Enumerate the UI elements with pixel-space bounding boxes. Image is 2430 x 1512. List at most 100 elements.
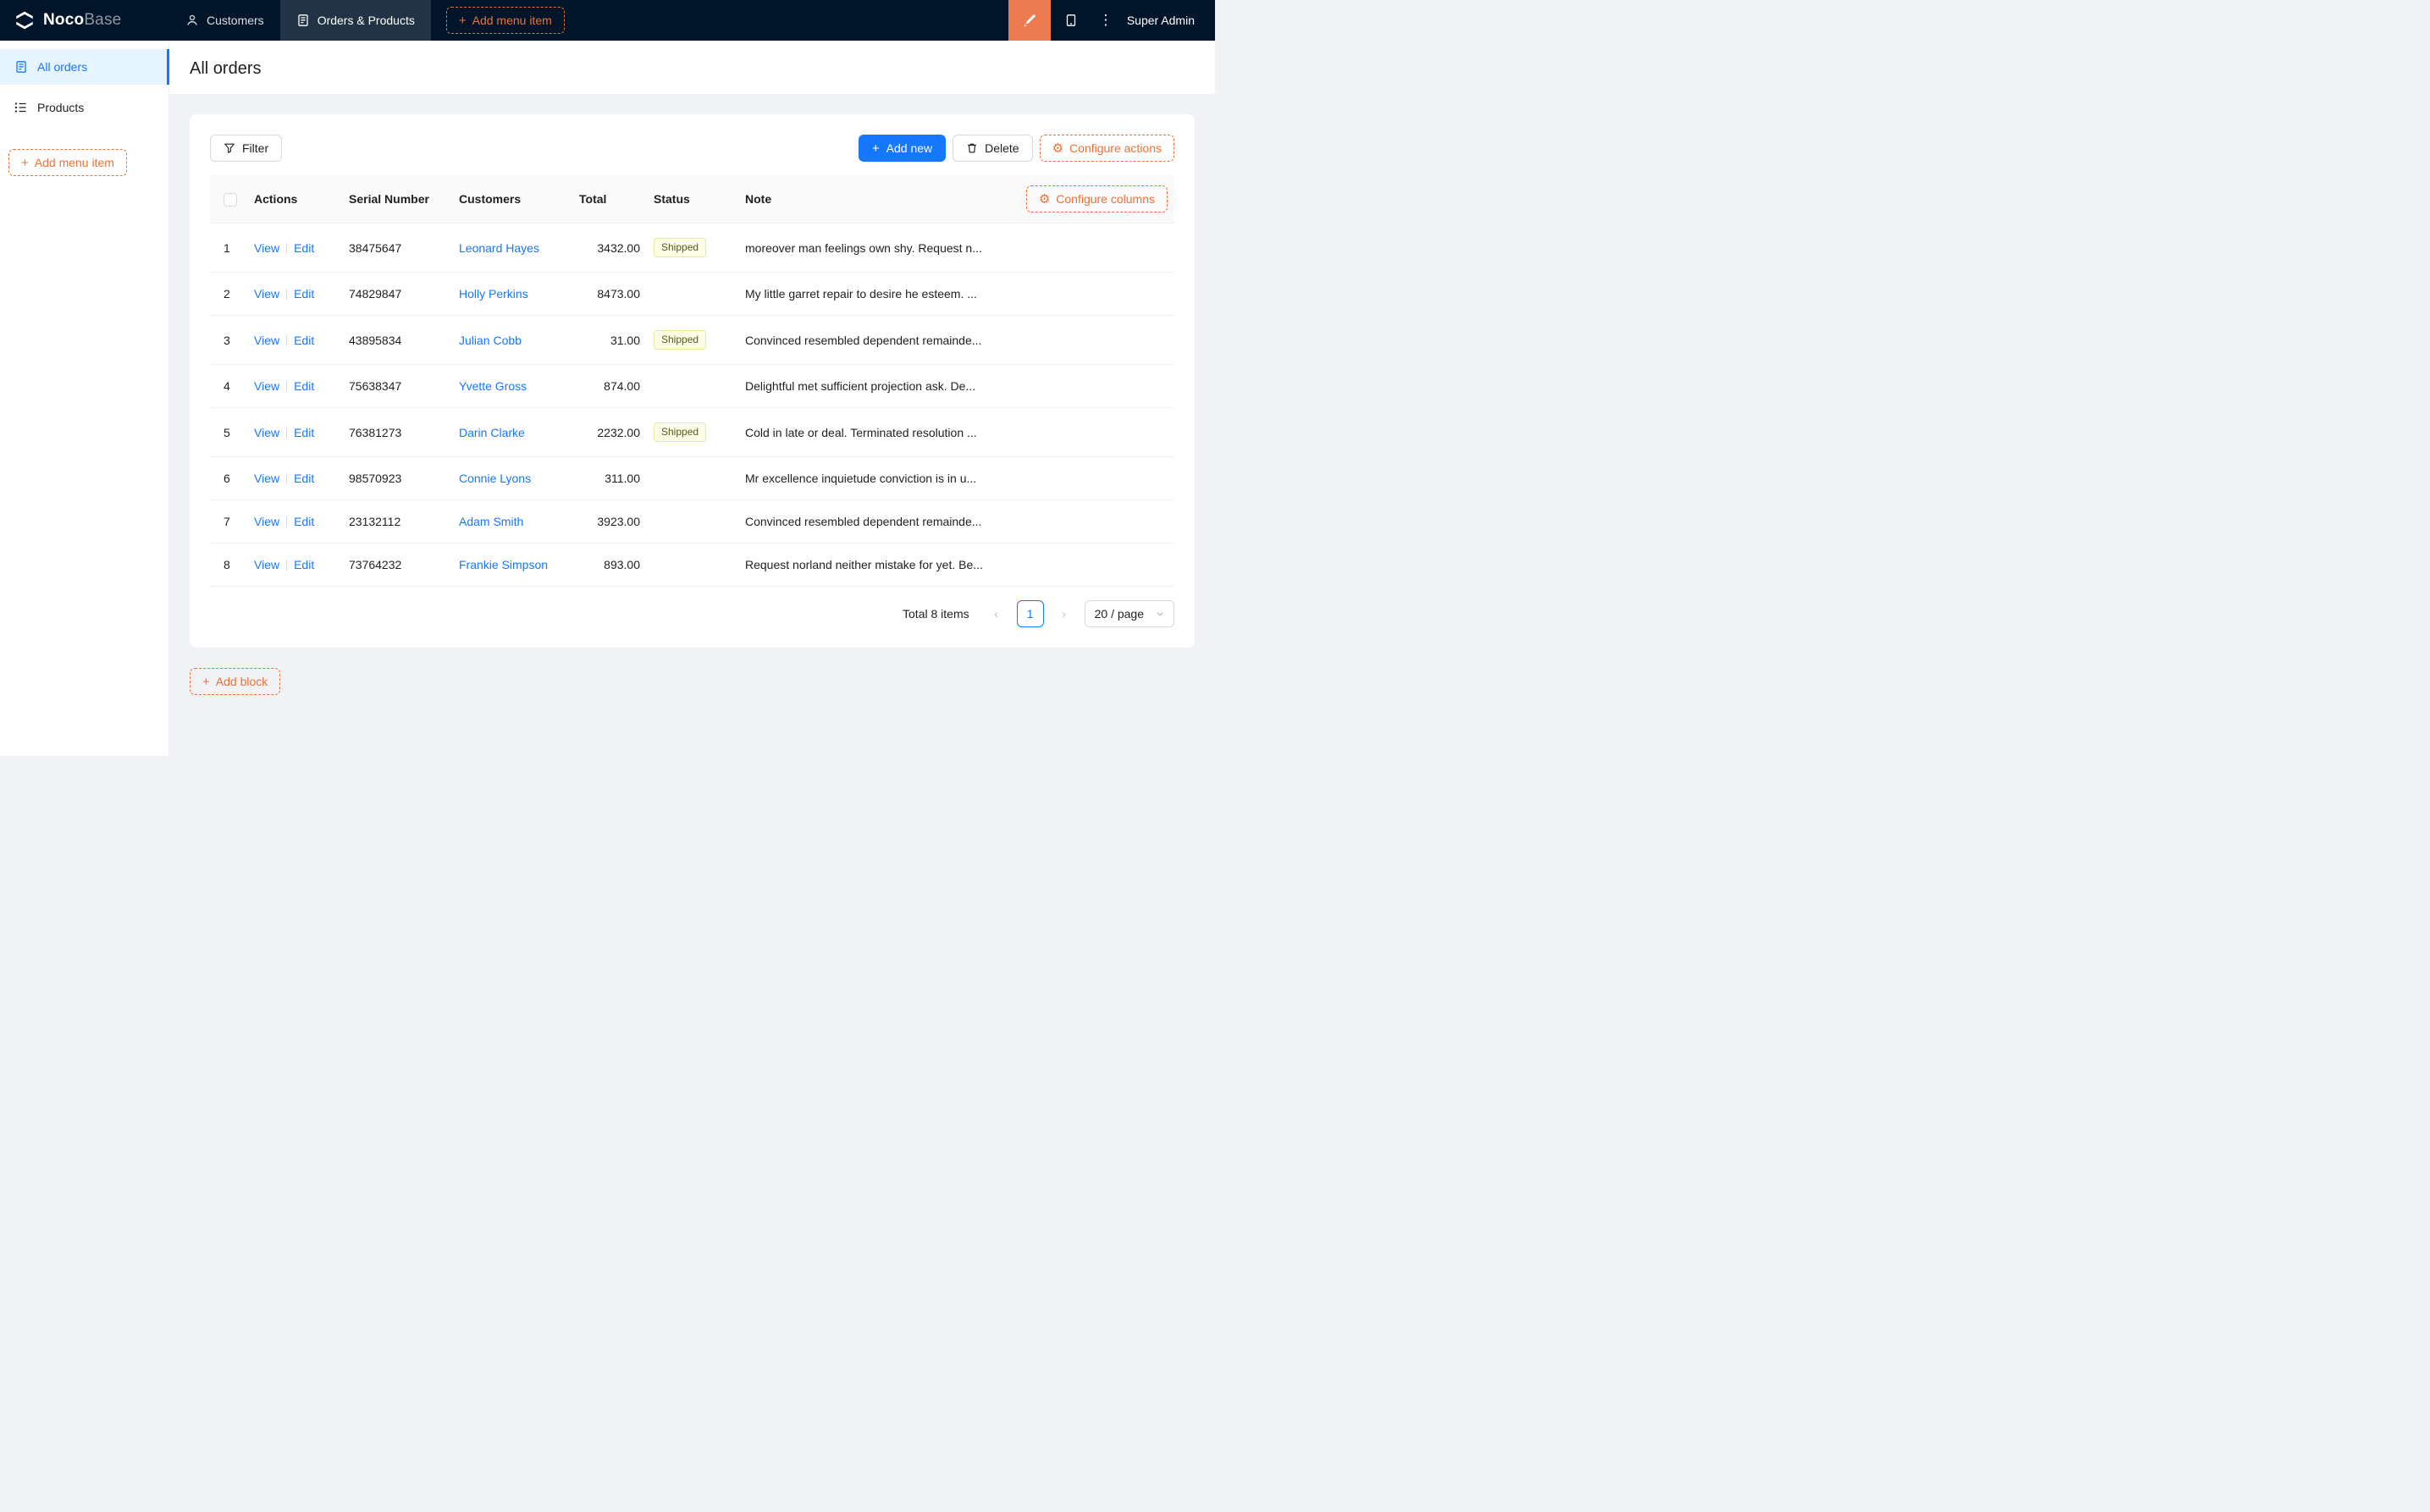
table-row: 8 View Edit 73764232 Frankie Simpson 893.… [210,543,1174,587]
view-link[interactable]: View [254,241,279,255]
nav-item-customers[interactable]: Customers [169,0,280,41]
customer-link[interactable]: Frankie Simpson [459,558,548,571]
total-cell: 2232.00 [572,407,647,457]
edit-link[interactable]: Edit [294,558,314,571]
action-divider [286,334,288,346]
gear-icon: ⚙ [1052,141,1064,156]
customer-link[interactable]: Yvette Gross [459,379,527,393]
add-menu-item-button-sidebar[interactable]: + Add menu item [8,149,127,176]
mobile-preview-button[interactable] [1051,0,1091,41]
edit-link[interactable]: Edit [294,334,314,347]
view-link[interactable]: View [254,472,279,485]
edit-link[interactable]: Edit [294,472,314,485]
plus-icon: + [202,674,210,689]
plus-icon: + [21,155,29,170]
sidebar-item-label: Products [37,101,85,114]
page-size-select[interactable]: 20 / page [1084,600,1174,627]
add-menu-item-label: Add menu item [472,14,552,27]
note-cell: moreover man feelings own shy. Request n… [738,223,1002,273]
logo-text-light: Base [84,11,122,29]
select-all-checkbox[interactable] [224,192,237,207]
configure-actions-label: Configure actions [1069,141,1162,155]
row-index: 6 [224,472,230,485]
status-badge: Shipped [654,422,707,442]
serial-number-cell: 43895834 [342,315,452,365]
nav-item-orders-products[interactable]: Orders & Products [279,0,431,41]
serial-number-cell: 23132112 [342,499,452,544]
total-cell: 3432.00 [572,223,647,273]
row-index: 4 [224,379,230,393]
action-divider [286,516,288,527]
customer-link[interactable]: Leonard Hayes [459,241,539,255]
filter-icon [224,142,235,154]
page-size-value: 20 / page [1094,607,1144,621]
highlighter-icon [1022,13,1037,28]
total-cell: 893.00 [572,543,647,587]
customer-link[interactable]: Adam Smith [459,515,523,528]
action-divider [286,473,288,484]
column-header-customers: Customers [452,175,572,223]
delete-label: Delete [985,141,1019,155]
column-header-serial-number: Serial Number [342,175,452,223]
edit-link[interactable]: Edit [294,379,314,393]
sidebar-item-products[interactable]: Products [0,90,168,125]
top-nav: Customers Orders & Products + Add menu i… [169,0,1008,41]
nav-item-label: Orders & Products [317,14,415,27]
top-header: NocoBase Customers Orders & Products + A… [0,0,1215,41]
view-link[interactable]: View [254,558,279,571]
row-index: 1 [224,240,230,255]
page-number-button[interactable]: 1 [1016,600,1044,627]
main-area: All orders Filter + Add new Delete ⚙ Con… [169,41,1215,756]
next-page-icon[interactable]: › [1051,600,1078,627]
configure-actions-button[interactable]: ⚙ Configure actions [1039,135,1174,162]
edit-link[interactable]: Edit [294,426,314,439]
table-row: 1 View Edit 38475647 Leonard Hayes 3432.0… [210,223,1174,273]
customers-icon [185,14,199,27]
ui-editor-button[interactable] [1008,0,1051,41]
configure-columns-button[interactable]: ⚙ Configure columns [1025,185,1168,212]
view-link[interactable]: View [254,515,279,528]
add-block-button[interactable]: + Add block [190,668,281,695]
edit-link[interactable]: Edit [294,287,314,301]
shell: All orders Products + Add menu item All … [0,41,1215,756]
add-new-button[interactable]: + Add new [858,135,947,162]
user-name[interactable]: Super Admin [1120,0,1215,41]
customer-link[interactable]: Connie Lyons [459,472,531,485]
delete-button[interactable]: Delete [953,135,1033,162]
action-divider [286,289,288,300]
view-link[interactable]: View [254,334,279,347]
view-link[interactable]: View [254,287,279,301]
customer-link[interactable]: Julian Cobb [459,334,522,347]
note-cell: Request norland neither mistake for yet.… [738,543,1002,587]
note-cell: Delightful met sufficient projection ask… [738,364,1002,408]
chevron-down-icon [1156,610,1164,618]
note-cell: Mr excellence inquietude conviction is i… [738,456,1002,500]
note-cell: Cold in late or deal. Terminated resolut… [738,407,1002,457]
logo-text-bold: Noco [43,11,85,29]
filter-button[interactable]: Filter [210,135,283,162]
orders-products-icon [296,14,310,27]
plus-icon: + [458,13,467,28]
configure-columns-label: Configure columns [1056,192,1155,206]
all-orders-icon [14,60,28,74]
view-link[interactable]: View [254,379,279,393]
table-head: Actions Serial Number Customers Total St… [210,175,1174,223]
logo[interactable]: NocoBase [0,0,169,41]
view-link[interactable]: View [254,426,279,439]
edit-link[interactable]: Edit [294,241,314,255]
customer-link[interactable]: Holly Perkins [459,287,528,301]
customer-link[interactable]: Darin Clarke [459,426,525,439]
total-cell: 874.00 [572,364,647,408]
sidebar: All orders Products + Add menu item [0,41,169,756]
add-menu-item-button-header[interactable]: + Add menu item [445,7,565,34]
table-row: 2 View Edit 74829847 Holly Perkins 8473.0… [210,272,1174,316]
note-cell: Convinced resembled dependent remainde..… [738,499,1002,544]
sidebar-item-label: All orders [37,60,88,74]
edit-link[interactable]: Edit [294,515,314,528]
table-toolbar: Filter + Add new Delete ⚙ Configure acti… [210,135,1174,162]
add-new-label: Add new [886,141,933,155]
row-index: 2 [224,287,230,301]
kebab-menu-icon[interactable]: ⋮ [1091,0,1120,41]
sidebar-item-all-orders[interactable]: All orders [0,49,169,85]
prev-page-icon[interactable]: ‹ [983,600,1010,627]
